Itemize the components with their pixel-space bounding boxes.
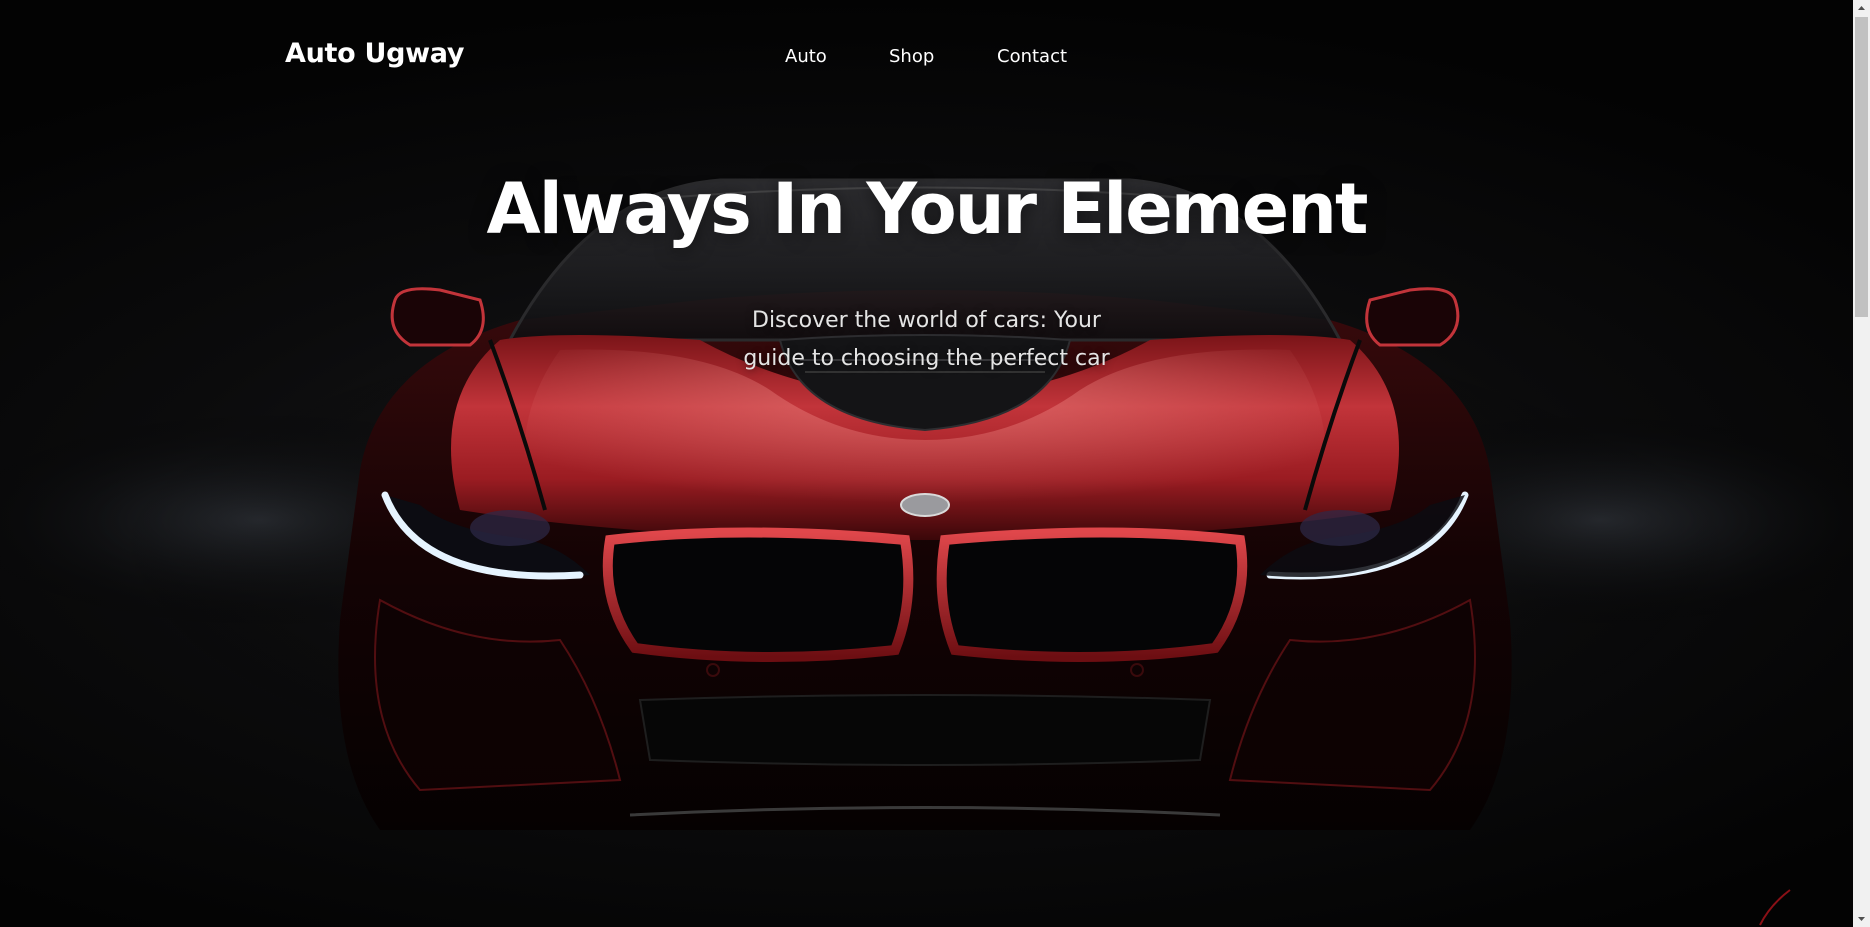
vertical-scrollbar[interactable] [1853, 0, 1870, 927]
scroll-down-button[interactable] [1853, 910, 1870, 927]
hero-subheadline-line-2: guide to choosing the perfect car [743, 346, 1110, 371]
viewport: Auto Ugway Auto Shop Contact Always In Y… [0, 0, 1853, 927]
hero-subheadline: Discover the world of cars: Your guide t… [0, 302, 1853, 378]
triangle-up-icon [1858, 6, 1865, 10]
brand-logo[interactable]: Auto Ugway [285, 38, 464, 69]
triangle-down-icon [1858, 917, 1865, 921]
nav-link-contact[interactable]: Contact [997, 46, 1067, 67]
nav-link-shop[interactable]: Shop [889, 46, 934, 67]
nav-link-auto[interactable]: Auto [785, 46, 827, 67]
hero-subheadline-line-1: Discover the world of cars: Your [752, 308, 1101, 333]
hero-headline: Always In Your Element [486, 168, 1369, 250]
page: Auto Ugway Auto Shop Contact Always In Y… [0, 0, 1870, 927]
scrollbar-thumb[interactable] [1855, 17, 1868, 317]
top-navigation: Auto Ugway Auto Shop Contact [0, 0, 1853, 116]
scroll-up-button[interactable] [1853, 0, 1870, 17]
hero-car-image [0, 178, 1853, 926]
